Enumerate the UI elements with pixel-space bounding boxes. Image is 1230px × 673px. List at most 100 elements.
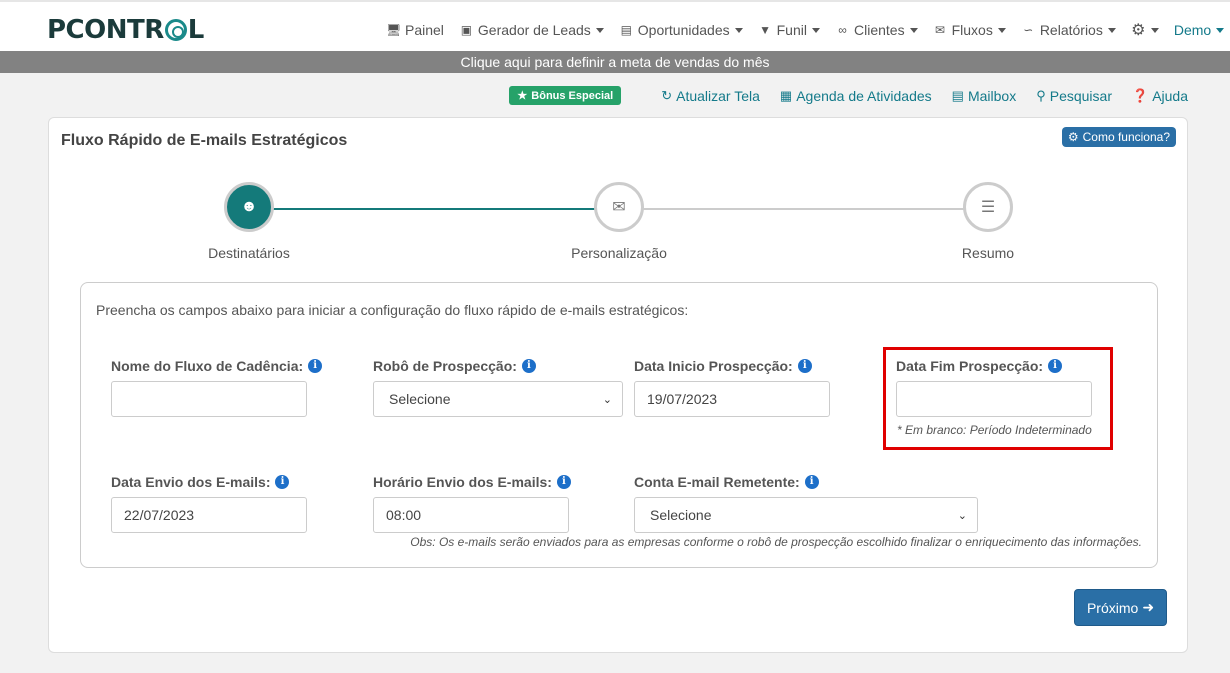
help-label: Ajuda	[1152, 87, 1188, 104]
flow-name-input[interactable]	[111, 381, 307, 417]
nav-label: Demo	[1173, 22, 1212, 38]
logo-target-icon	[164, 19, 187, 41]
nav-oportunidades[interactable]: ▤ Oportunidades	[619, 22, 743, 38]
nav-painel[interactable]: 🖥 Painel	[386, 22, 444, 38]
page-title: Fluxo Rápido de E-mails Estratégicos	[61, 132, 348, 149]
robot-selected-value: Selecione	[389, 391, 451, 407]
info-icon[interactable]: i	[308, 359, 323, 373]
caret-down-icon	[595, 27, 604, 33]
envelope-icon: ✉	[594, 182, 644, 232]
refresh-label: Atualizar Tela	[676, 87, 760, 104]
caret-down-icon	[1107, 27, 1116, 33]
nav-clientes[interactable]: ∞ Clientes	[835, 22, 918, 38]
mailbox-link[interactable]: ▤ Mailbox	[952, 88, 1017, 104]
caret-down-icon	[1150, 27, 1159, 33]
highlight-box	[883, 347, 1113, 450]
start-date-field: Data Inicio Prospecção: i	[634, 358, 830, 417]
step-label: Destinatários	[208, 245, 290, 261]
send-time-input[interactable]	[373, 497, 569, 533]
nav-label: Gerador de Leads	[477, 22, 591, 38]
sender-account-select[interactable]: Selecione ⌄	[634, 497, 978, 533]
search-icon: ⚲	[1036, 87, 1046, 103]
question-circle-icon: ❓	[1132, 87, 1149, 103]
nav-label: Relatórios	[1039, 22, 1103, 38]
mailbox-label: Mailbox	[967, 87, 1017, 104]
users-icon: ☻	[224, 182, 274, 232]
how-it-works-label: Como funciona?	[1082, 130, 1170, 144]
send-time-field: Horário Envio dos E-mails: i	[373, 474, 571, 533]
flow-name-field: Nome do Fluxo de Cadência: i	[111, 358, 323, 417]
caret-down-icon	[1216, 27, 1225, 33]
nav-label: Painel	[405, 22, 444, 38]
robot-icon: ▣	[460, 23, 473, 37]
robot-label: Robô de Prospecção: i	[373, 358, 536, 374]
sender-account-field: Conta E-mail Remetente: i Selecione ⌄	[634, 474, 978, 533]
sales-goal-banner[interactable]: Clique aqui para definir a meta de venda…	[0, 51, 1230, 73]
nav-relatorios[interactable]: ∽ Relatórios	[1021, 22, 1116, 38]
nav-gerador-de-leads[interactable]: ▣ Gerador de Leads	[459, 22, 604, 38]
nav-fluxos[interactable]: ✉ Fluxos	[933, 22, 1006, 38]
nav-funil[interactable]: ▼ Funil	[758, 22, 820, 38]
send-date-label: Data Envio dos E-mails: i	[111, 474, 290, 490]
step-resumo[interactable]: ☰ Resumo	[928, 182, 1048, 261]
how-it-works-button[interactable]: ⚙ Como funciona?	[1061, 127, 1176, 147]
chevron-down-icon: ⌄	[957, 509, 967, 522]
nav-label: Clientes	[853, 22, 905, 38]
nav-label: Funil	[776, 22, 807, 38]
main-nav: 🖥 Painel ▣ Gerador de Leads ▤ Oportunida…	[386, 20, 1230, 40]
monitor-icon: 🖥	[386, 23, 402, 37]
top-navbar: PCONTR L 🖥 Painel ▣ Gerador de Leads ▤ Op…	[0, 0, 1230, 51]
inbox-icon: ▤	[951, 87, 964, 103]
info-icon[interactable]: i	[275, 475, 290, 489]
refresh-icon: ↻	[661, 87, 673, 103]
robot-select[interactable]: Selecione ⌄	[373, 381, 623, 417]
step-personalizacao[interactable]: ✉ Personalização	[559, 182, 679, 261]
nav-label: Oportunidades	[637, 22, 730, 38]
nav-settings[interactable]: ⚙	[1131, 20, 1159, 40]
form-intro: Preencha os campos abaixo para iniciar a…	[96, 302, 689, 318]
refresh-link[interactable]: ↻ Atualizar Tela	[661, 88, 760, 104]
info-icon[interactable]: i	[521, 359, 536, 373]
flow-name-label: Nome do Fluxo de Cadência: i	[111, 358, 323, 374]
send-time-label: Horário Envio dos E-mails: i	[373, 474, 571, 490]
handshake-icon: ∞	[838, 23, 847, 37]
bonus-label: Bônus Especial	[531, 89, 614, 102]
pcontrol-logo[interactable]: PCONTR L	[47, 15, 204, 45]
bonus-button[interactable]: ★ Bônus Especial	[509, 86, 622, 105]
star-icon: ★	[517, 90, 528, 102]
action-toolbar: ★ Bônus Especial ↻ Atualizar Tela ▦ Agen…	[509, 86, 1188, 105]
list-icon: ☰	[963, 182, 1013, 232]
chevron-down-icon: ⌄	[602, 393, 612, 406]
info-icon[interactable]: i	[797, 359, 812, 373]
sender-account-label: Conta E-mail Remetente: i	[634, 474, 819, 490]
info-icon[interactable]: i	[556, 475, 571, 489]
caret-down-icon	[811, 27, 820, 33]
robot-field: Robô de Prospecção: i Selecione ⌄	[373, 358, 623, 417]
envelope-icon: ✉	[935, 23, 946, 37]
funnel-icon: ▼	[759, 23, 772, 37]
next-label: Próximo	[1086, 599, 1139, 616]
step-label: Personalização	[571, 245, 667, 261]
line-chart-icon: ∽	[1023, 23, 1034, 37]
agenda-label: Agenda de Atividades	[796, 87, 932, 104]
nav-user-demo[interactable]: Demo	[1173, 22, 1225, 38]
search-link[interactable]: ⚲ Pesquisar	[1036, 88, 1112, 104]
agenda-link[interactable]: ▦ Agenda de Atividades	[780, 88, 932, 104]
send-date-input[interactable]	[111, 497, 307, 533]
info-icon[interactable]: i	[804, 475, 819, 489]
caret-down-icon	[734, 27, 743, 33]
form-panel: Preencha os campos abaixo para iniciar a…	[80, 282, 1158, 568]
step-destinatarios[interactable]: ☻ Destinatários	[189, 182, 309, 261]
caret-down-icon	[909, 27, 918, 33]
search-label: Pesquisar	[1049, 87, 1112, 104]
arrow-right-icon: ➜	[1142, 599, 1155, 615]
gear-icon: ⚙	[1131, 22, 1146, 39]
send-date-field: Data Envio dos E-mails: i	[111, 474, 307, 533]
start-date-label: Data Inicio Prospecção: i	[634, 358, 812, 374]
wizard-steps: ☻ Destinatários ✉ Personalização ☰ Resum…	[49, 182, 1189, 262]
step-label: Resumo	[961, 245, 1015, 261]
start-date-input[interactable]	[634, 381, 830, 417]
help-link[interactable]: ❓ Ajuda	[1132, 88, 1188, 104]
email-flow-card: Fluxo Rápido de E-mails Estratégicos ⚙ C…	[48, 117, 1188, 653]
next-button[interactable]: Próximo ➜	[1074, 589, 1167, 626]
